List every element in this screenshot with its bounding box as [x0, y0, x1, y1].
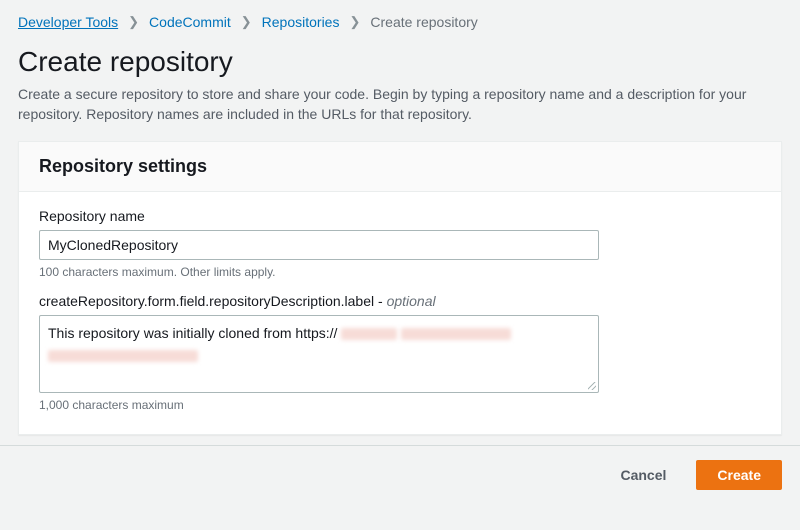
form-actions: Cancel Create [0, 445, 800, 504]
breadcrumb-codecommit[interactable]: CodeCommit [149, 14, 231, 30]
breadcrumb-developer-tools[interactable]: Developer Tools [18, 14, 118, 30]
panel-header: Repository settings [19, 142, 781, 192]
description-text: This repository was initially cloned fro… [48, 325, 337, 341]
repository-description-label: createRepository.form.field.repositoryDe… [39, 293, 761, 309]
repository-settings-panel: Repository settings Repository name 100 … [18, 141, 782, 435]
repository-name-label: Repository name [39, 208, 761, 224]
repository-name-hint: 100 characters maximum. Other limits app… [39, 265, 761, 279]
chevron-right-icon: ❯ [349, 14, 360, 30]
page-title: Create repository [18, 46, 782, 78]
cancel-button[interactable]: Cancel [600, 460, 686, 490]
redacted-text [401, 328, 511, 340]
create-button[interactable]: Create [696, 460, 782, 490]
repository-description-hint: 1,000 characters maximum [39, 398, 761, 412]
repository-description-input[interactable]: This repository was initially cloned fro… [39, 315, 599, 393]
repository-name-input[interactable] [39, 230, 599, 260]
chevron-right-icon: ❯ [241, 14, 252, 30]
repository-description-field: createRepository.form.field.repositoryDe… [39, 293, 761, 412]
redacted-text [48, 350, 198, 362]
panel-title: Repository settings [39, 156, 761, 177]
page-description: Create a secure repository to store and … [18, 84, 782, 125]
repository-name-field: Repository name 100 characters maximum. … [39, 208, 761, 279]
breadcrumb: Developer Tools ❯ CodeCommit ❯ Repositor… [18, 14, 782, 30]
chevron-right-icon: ❯ [128, 14, 139, 30]
breadcrumb-current: Create repository [370, 14, 477, 30]
redacted-text [341, 328, 397, 340]
breadcrumb-repositories[interactable]: Repositories [262, 14, 340, 30]
